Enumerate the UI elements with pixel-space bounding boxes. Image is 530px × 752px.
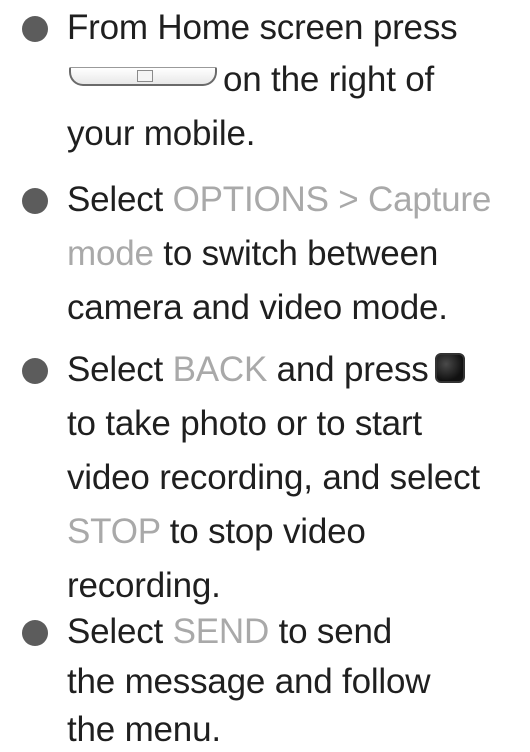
step-3-line-4: STOP to stop video bbox=[67, 512, 366, 552]
bullet-icon bbox=[22, 620, 48, 646]
step-2-text-c: camera and video mode. bbox=[67, 288, 448, 327]
side-key-icon bbox=[67, 65, 217, 89]
step-3-line-3: video recording, and select bbox=[67, 458, 480, 498]
step-3-line-5: recording. bbox=[67, 566, 221, 606]
mode-menu-label: mode bbox=[67, 234, 154, 273]
step-3-text-d: video recording, and select bbox=[67, 458, 480, 497]
step-4-text-c: the message and follow bbox=[67, 662, 431, 701]
step-3-text-f: recording. bbox=[67, 566, 221, 605]
step-4-line-2: the message and follow bbox=[67, 662, 431, 702]
step-3-text-a: Select bbox=[67, 350, 173, 389]
step-4-text-d: the menu. bbox=[67, 710, 221, 749]
bullet-icon bbox=[22, 188, 48, 214]
step-2-text-b: to switch between bbox=[153, 234, 439, 273]
step-2-text-a: Select bbox=[67, 180, 173, 219]
step-3-line-2: to take photo or to start bbox=[67, 404, 422, 444]
options-capture-menu-label: OPTIONS > Capture bbox=[172, 180, 492, 219]
step-1-line-3: your mobile. bbox=[67, 114, 255, 154]
send-softkey-label: SEND bbox=[172, 612, 270, 651]
step-1-text-3: your mobile. bbox=[67, 114, 256, 153]
step-1-text-2: on the right of bbox=[223, 60, 435, 99]
step-1-line-1: From Home screen press bbox=[67, 8, 458, 48]
back-softkey-label: BACK bbox=[172, 350, 268, 389]
step-4-text-a: Select bbox=[67, 612, 173, 651]
step-3-text-c: to take photo or to start bbox=[67, 404, 422, 443]
step-4-text-b: to send bbox=[269, 612, 393, 651]
bullet-icon bbox=[22, 358, 48, 384]
step-4-line-1: Select SEND to send bbox=[67, 612, 392, 652]
step-2-line-3: camera and video mode. bbox=[67, 288, 448, 328]
step-3-text-b: and press bbox=[267, 350, 429, 389]
step-2-line-1: Select OPTIONS > Capture bbox=[67, 180, 491, 220]
step-1-line-2: on the right of bbox=[67, 60, 434, 100]
step-3-line-1: Select BACK and press bbox=[67, 350, 465, 390]
instruction-page: From Home screen press on the right of y… bbox=[0, 0, 530, 752]
camera-key-icon bbox=[434, 353, 465, 383]
step-2-line-2: mode to switch between bbox=[67, 234, 438, 274]
step-4-line-3: the menu. bbox=[67, 710, 221, 750]
step-3-text-e: to stop video bbox=[160, 512, 366, 551]
step-1-text: From Home screen press bbox=[67, 8, 458, 47]
stop-softkey-label: STOP bbox=[67, 512, 161, 551]
bullet-icon bbox=[22, 16, 48, 42]
